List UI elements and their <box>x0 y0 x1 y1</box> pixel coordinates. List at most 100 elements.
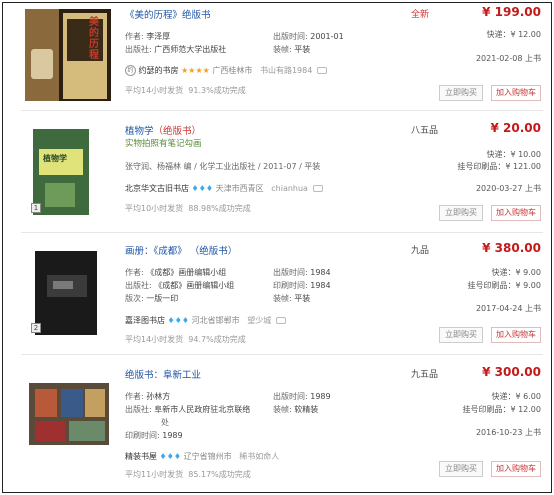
chat-icon[interactable] <box>312 185 323 192</box>
byline[interactable]: 张守润、杨福林 编 / 化学工业出版社 / 2011-07 / 平装 <box>125 161 320 172</box>
add-to-cart-button[interactable]: 加入购物车 <box>491 461 541 477</box>
shop-name[interactable]: 北京华文古旧书店 <box>125 184 189 193</box>
binding: 平装 <box>294 294 311 303</box>
success-rate: 94.7%成功完成 <box>188 335 246 344</box>
success-rate: 91.3%成功完成 <box>188 86 246 95</box>
shop-name[interactable]: 精装书屋 <box>125 452 157 461</box>
author[interactable]: 《成都》画册编辑小组 <box>146 268 226 277</box>
condition: 八五品 <box>411 126 439 136</box>
buy-now-button[interactable]: 立即购买 <box>439 85 483 101</box>
title-tag: 绝版书 <box>182 10 211 21</box>
author-label: 作者: <box>125 268 144 277</box>
binding: 平装 <box>294 45 311 54</box>
printtime-label: 印刷时间: <box>273 281 308 290</box>
book-title-link[interactable]: 《美的历程》 <box>125 10 182 21</box>
pubtime-label: 出版时间: <box>273 32 308 41</box>
add-to-cart-button[interactable]: 加入购物车 <box>491 205 541 221</box>
condition: 九品 <box>411 246 430 256</box>
shipping-registered: 挂号印刷品：¥ 9.00 <box>467 281 541 290</box>
publisher[interactable]: 广西师范大学出版社 <box>154 45 226 54</box>
author-label: 作者: <box>125 32 144 41</box>
book-title-link[interactable]: 画册：《成都》 <box>125 246 187 257</box>
listing-panel: 美的历程 《美的历程》绝版书 全新 ¥ 199.00 作者: 李泽厚 出版社: … <box>2 2 552 493</box>
shop-badge-icon: 约 <box>125 65 136 76</box>
publisher[interactable]: 《成都》画册编辑小组 <box>154 281 234 290</box>
success-rate: 88.98%成功完成 <box>188 204 251 213</box>
publisher-label: 出版社: <box>125 281 152 290</box>
book-cover[interactable]: 美的历程 <box>25 9 111 101</box>
shipping: 快递：¥ 12.00 <box>486 30 541 39</box>
edition: 一版一印 <box>146 294 179 303</box>
buy-now-button[interactable]: 立即购买 <box>439 205 483 221</box>
ship-speed: 平均11小时发货 <box>125 470 184 479</box>
price: ¥ 300.00 <box>482 365 541 379</box>
listed-date: 2017-04-24 上书 <box>475 304 541 313</box>
printtime: 1984 <box>310 281 331 290</box>
shop-name[interactable]: 约瑟的书房 <box>139 66 179 75</box>
pubtime: 1989 <box>310 392 331 401</box>
cover-title: 植物学 <box>43 154 67 163</box>
condition: 九五品 <box>411 370 439 380</box>
binding: 软精装 <box>294 405 319 414</box>
shipping-registered: 挂号印刷品：¥ 121.00 <box>457 162 541 171</box>
rating-diamonds: ♦♦♦ <box>159 452 182 461</box>
add-to-cart-button[interactable]: 加入购物车 <box>491 85 541 101</box>
publisher-continued: 处 <box>161 418 169 427</box>
rating-stars: ★★★★ <box>181 66 210 75</box>
seller-name[interactable]: 望少城 <box>247 316 271 325</box>
listing-item: 绝版书：阜新工业 九五品 ¥ 300.00 作者: 孙林方 出版社: 阜新市人民… <box>21 365 543 489</box>
pubtime-label: 出版时间: <box>273 392 308 401</box>
binding-label: 装帧: <box>273 294 292 303</box>
pubtime-label: 出版时间: <box>273 268 308 277</box>
publisher-label: 出版社: <box>125 45 152 54</box>
printtime-label: 印刷时间: <box>125 431 160 440</box>
listed-date: 2021-02-08 上书 <box>475 54 541 63</box>
seller-name[interactable]: chianhua <box>271 184 308 193</box>
listing-item: 美的历程 《美的历程》绝版书 全新 ¥ 199.00 作者: 李泽厚 出版社: … <box>21 5 543 111</box>
buy-now-button[interactable]: 立即购买 <box>439 461 483 477</box>
edition-label: 版次: <box>125 294 144 303</box>
location: 广西桂林市 <box>212 66 253 75</box>
binding-label: 装帧: <box>273 45 292 54</box>
author[interactable]: 孙林方 <box>146 392 170 401</box>
success-rate: 85.17%成功完成 <box>188 470 251 479</box>
pubtime: 2001-01 <box>310 32 344 41</box>
price: ¥ 20.00 <box>490 121 541 135</box>
chat-icon[interactable] <box>275 317 286 324</box>
buy-now-button[interactable]: 立即购买 <box>439 327 483 343</box>
shipping: 快递：¥ 10.00 <box>486 150 541 159</box>
shipping: 快递：¥ 6.00 <box>491 392 541 401</box>
author[interactable]: 李泽厚 <box>146 32 170 41</box>
ship-speed: 平均14小时发货 <box>125 86 184 95</box>
ship-speed: 平均10小时发货 <box>125 204 184 213</box>
shipping: 快递：¥ 9.00 <box>491 268 541 277</box>
listing-item: 植物学 1 植物学（绝版书） 实物拍照有笔记勾画 八五品 ¥ 20.00 张守润… <box>21 121 543 233</box>
seller-name[interactable]: 稀书如命人 <box>239 452 279 461</box>
book-cover[interactable]: 2 <box>25 245 111 337</box>
rating-diamonds: ♦♦♦ <box>167 316 190 325</box>
seller-name[interactable]: 书山有路1984 <box>260 66 312 75</box>
rating-diamonds: ♦♦♦ <box>191 184 214 193</box>
cover-title: 美的历程 <box>89 17 99 61</box>
title-tag: （绝版书） <box>153 126 202 137</box>
add-to-cart-button[interactable]: 加入购物车 <box>491 327 541 343</box>
price: ¥ 199.00 <box>482 5 541 19</box>
chat-icon[interactable] <box>316 67 327 74</box>
listing-item: 2 画册：《成都》 （绝版书） 九品 ¥ 380.00 作者: 《成都》画册编辑… <box>21 241 543 355</box>
item-note: 实物拍照有笔记勾画 <box>125 139 202 149</box>
shop-name[interactable]: 嘉泽图书店 <box>125 316 165 325</box>
ship-speed: 平均14小时发货 <box>125 335 184 344</box>
book-cover[interactable]: 植物学 1 <box>25 125 111 217</box>
location: 辽宁省锦州市 <box>183 452 232 461</box>
listed-date: 2020-03-27 上书 <box>475 184 541 193</box>
author-label: 作者: <box>125 392 144 401</box>
pubtime: 1984 <box>310 268 331 277</box>
book-cover[interactable] <box>25 377 111 469</box>
shipping-registered: 挂号印刷品：¥ 12.00 <box>462 405 541 414</box>
publisher-label: 出版社: <box>125 405 152 414</box>
book-title-link[interactable]: 绝版书：阜新工业 <box>125 370 201 381</box>
thumb-number: 2 <box>31 323 41 333</box>
publisher[interactable]: 阜新市人民政府驻北京联络 <box>154 405 250 414</box>
thumb-number: 1 <box>31 203 41 213</box>
book-title-link[interactable]: 植物学 <box>125 126 154 137</box>
